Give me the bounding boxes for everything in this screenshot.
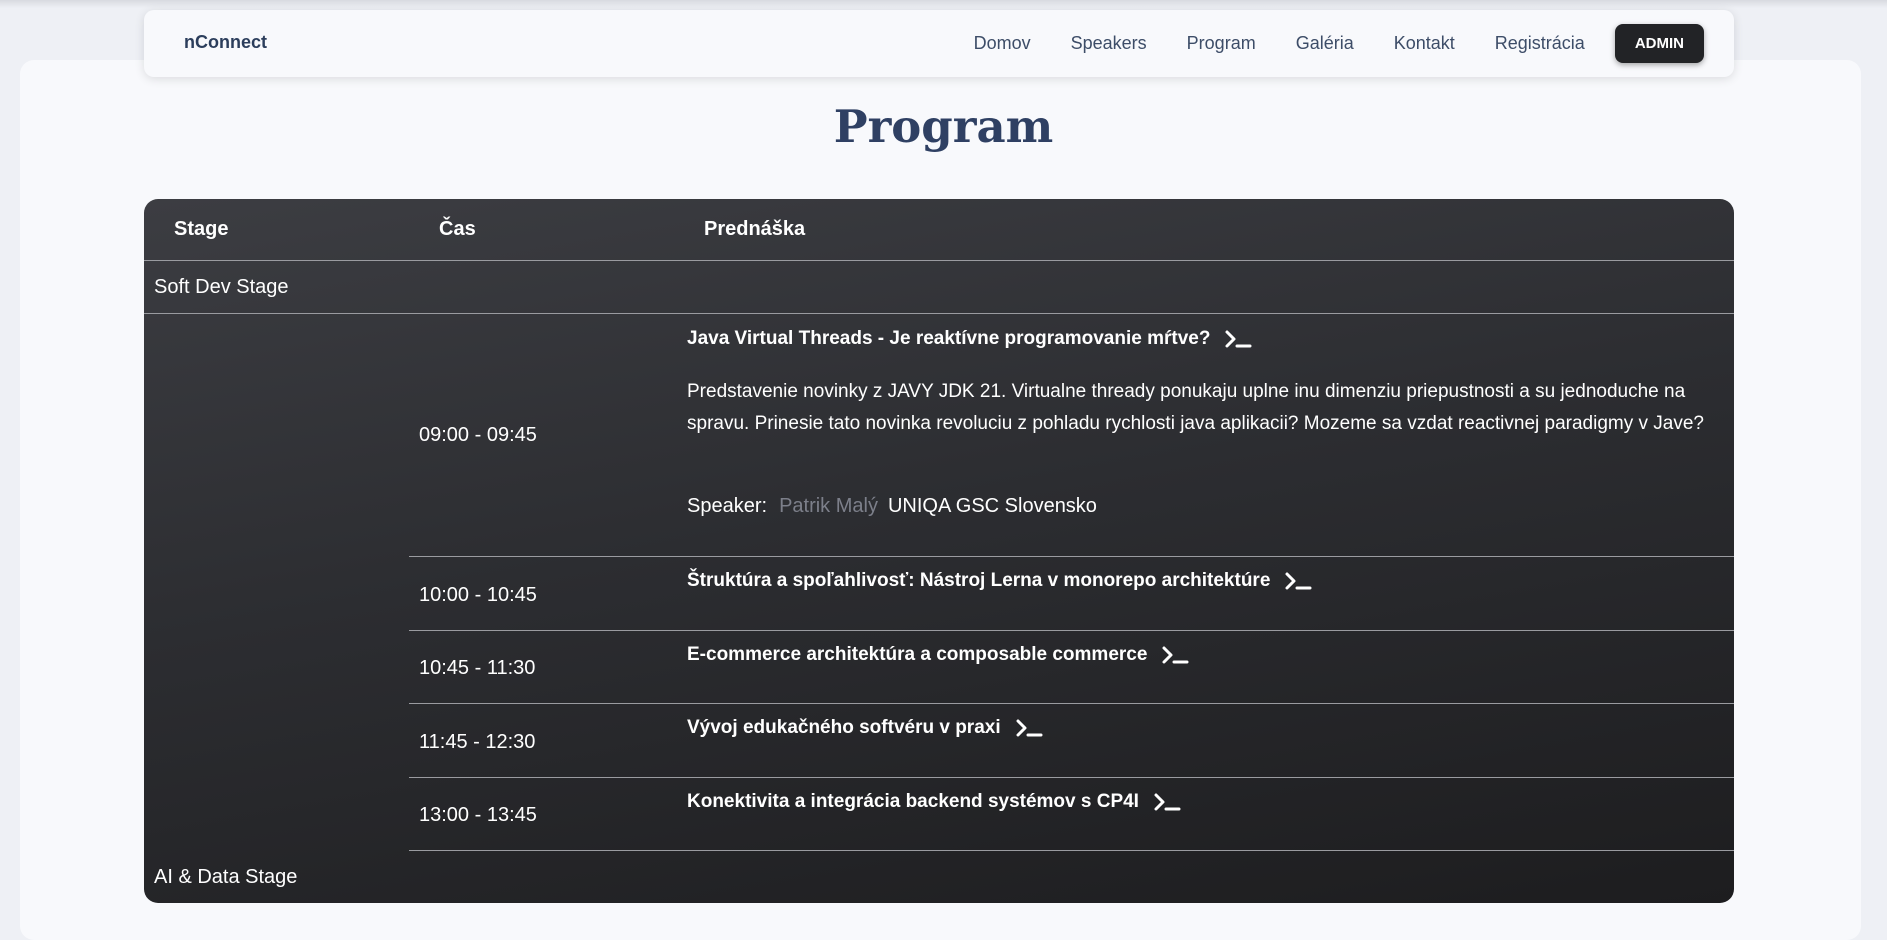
table-row: 09:00 - 09:45 Java Virtual Threads - Je …	[409, 314, 1734, 557]
brand-logo[interactable]: nConnect	[184, 32, 267, 53]
speaker-company: UNIQA GSC Slovensko	[887, 495, 1097, 517]
nav-links: Domov Speakers Program Galéria Kontakt R…	[974, 23, 1704, 63]
header-talk: Prednáška	[704, 218, 806, 240]
nav-link-galeria[interactable]: Galéria	[1296, 33, 1354, 54]
speaker-label: Speaker:	[687, 495, 768, 517]
terminal-prompt-icon[interactable]	[1224, 329, 1252, 349]
top-shadow	[0, 0, 1887, 8]
nav-link-registracia[interactable]: Registrácia	[1495, 33, 1585, 54]
nav-link-domov[interactable]: Domov	[974, 33, 1031, 54]
talk-title[interactable]: E-commerce architektúra a composable com…	[687, 644, 1189, 666]
admin-button[interactable]: ADMIN	[1614, 23, 1704, 63]
page-title: Program	[833, 100, 1054, 153]
stage-row-soft-dev: Soft Dev Stage	[144, 261, 1734, 314]
nav-link-speakers[interactable]: Speakers	[1071, 33, 1147, 54]
terminal-prompt-icon[interactable]	[1015, 718, 1043, 738]
header-time: Čas	[439, 218, 476, 240]
speaker-link[interactable]: Patrik Malý	[779, 495, 878, 517]
talk-title[interactable]: Konektivita a integrácia backend systémo…	[687, 791, 1181, 813]
nav-link-kontakt[interactable]: Kontakt	[1394, 33, 1455, 54]
program-table: Stage Čas Prednáška Soft Dev Stage 09:00…	[144, 199, 1734, 903]
talk-title-text: Štruktúra a spoľahlivosť: Nástroj Lerna …	[687, 570, 1271, 591]
talk-title-text: Konektivita a integrácia backend systémo…	[687, 791, 1139, 812]
header-stage: Stage	[174, 218, 229, 240]
slot-time: 10:00 - 10:45	[419, 584, 537, 606]
terminal-prompt-icon[interactable]	[1284, 571, 1312, 591]
table-row: 10:45 - 11:30 E-commerce architektúra a …	[409, 631, 1734, 704]
stage-name: Soft Dev Stage	[154, 276, 289, 298]
table-row: 11:45 - 12:30 Vývoj edukačného softvéru …	[409, 704, 1734, 778]
talk-title-text: Vývoj edukačného softvéru v praxi	[687, 717, 1001, 738]
slot-time: 11:45 - 12:30	[419, 731, 536, 753]
terminal-prompt-icon[interactable]	[1161, 645, 1189, 665]
talk-title-text: Java Virtual Threads - Je reaktívne prog…	[687, 328, 1211, 349]
slot-time: 10:45 - 11:30	[419, 657, 536, 679]
table-header: Stage Čas Prednáška	[144, 199, 1734, 261]
navbar: nConnect Domov Speakers Program Galéria …	[144, 10, 1734, 77]
talk-title[interactable]: Java Virtual Threads - Je reaktívne prog…	[687, 328, 1252, 350]
talk-title[interactable]: Vývoj edukačného softvéru v praxi	[687, 717, 1043, 739]
talk-description: Predstavenie novinky z JAVY JDK 21. Virt…	[687, 381, 1705, 434]
table-row: 13:00 - 13:45 Konektivita a integrácia b…	[409, 778, 1734, 851]
stage-name: AI & Data Stage	[154, 866, 298, 888]
talk-title[interactable]: Štruktúra a spoľahlivosť: Nástroj Lerna …	[687, 570, 1312, 592]
nav-link-program[interactable]: Program	[1187, 33, 1256, 54]
stage-row-ai-data: AI & Data Stage	[144, 851, 1734, 903]
table-row: 10:00 - 10:45 Štruktúra a spoľahlivosť: …	[409, 557, 1734, 631]
slot-time: 09:00 - 09:45	[419, 424, 537, 446]
talk-speaker: Speaker: Patrik Malý UNIQA GSC Slovensko	[687, 495, 1097, 518]
terminal-prompt-icon[interactable]	[1153, 792, 1181, 812]
slot-time: 13:00 - 13:45	[419, 804, 537, 826]
talk-title-text: E-commerce architektúra a composable com…	[687, 644, 1148, 665]
